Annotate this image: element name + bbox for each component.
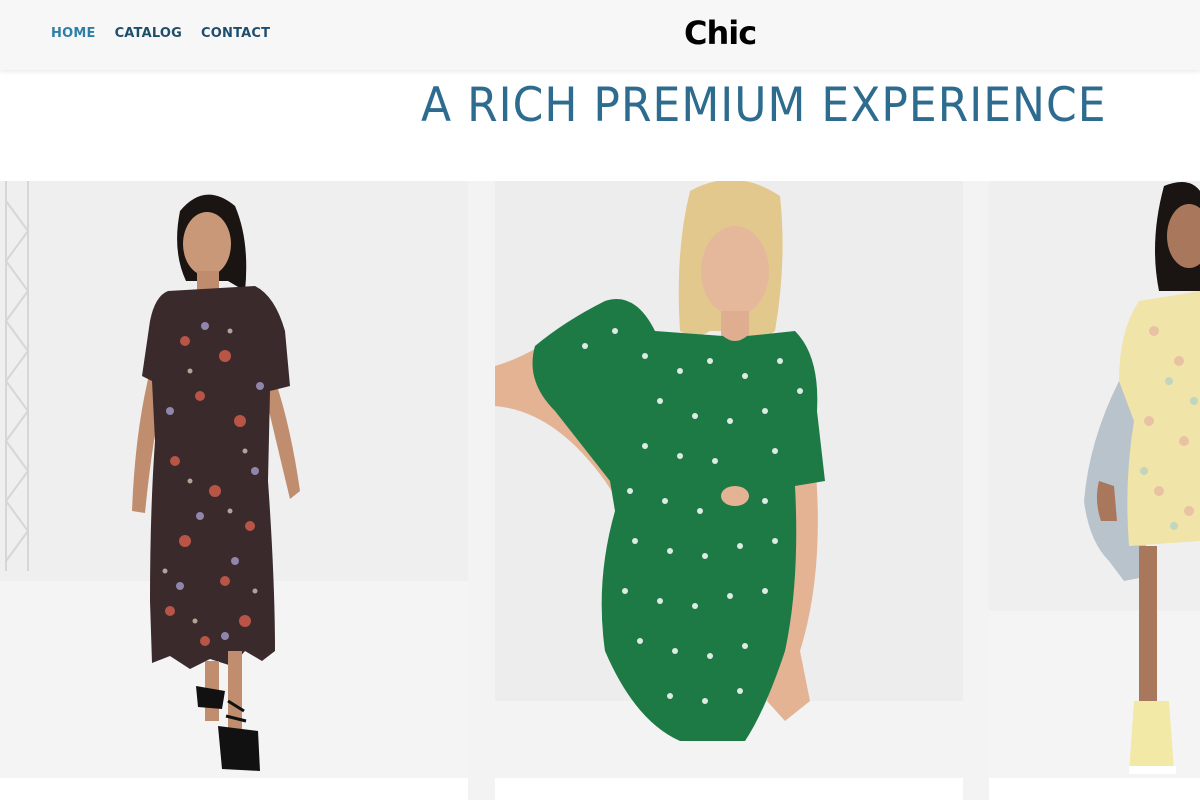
product-image[interactable] [495, 181, 963, 778]
product-card[interactable] [0, 181, 468, 800]
product-gallery [0, 181, 1200, 800]
product-image[interactable] [989, 181, 1200, 778]
gallery-gutter [468, 181, 495, 800]
product-card-footer [0, 778, 468, 800]
nav-contact-link[interactable]: CONTACT [201, 26, 270, 41]
product-image[interactable] [0, 181, 468, 778]
product-card[interactable] [989, 181, 1200, 800]
nav-home-link[interactable]: HOME [51, 26, 96, 41]
product-card-footer [495, 778, 963, 800]
main-nav: HOME CATALOG CONTACT [51, 26, 270, 41]
site-header: HOME CATALOG CONTACT Chic [0, 0, 1200, 70]
product-card-footer [989, 778, 1200, 800]
nav-catalog-link[interactable]: CATALOG [115, 26, 182, 41]
product-card[interactable] [495, 181, 963, 800]
hero-headline: A RICH PREMIUM EXPERIENCE [421, 78, 1107, 134]
gallery-gutter [963, 181, 989, 800]
brand-logo[interactable]: Chic [684, 14, 757, 52]
